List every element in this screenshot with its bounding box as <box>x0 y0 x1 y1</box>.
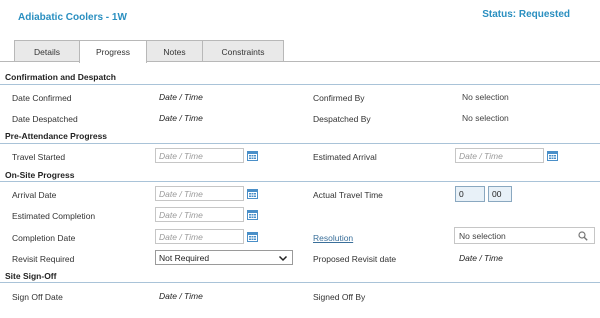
section-divider <box>0 181 600 182</box>
actual-travel-time-label: Actual Travel Time <box>313 190 383 200</box>
estimated-completion-label: Estimated Completion <box>12 211 96 221</box>
estimated-arrival-label: Estimated Arrival <box>313 152 377 162</box>
despatched-by-label: Despatched By <box>313 114 371 124</box>
calendar-icon[interactable] <box>247 231 258 242</box>
travel-hours-input[interactable]: 0 <box>455 186 485 202</box>
section-divider <box>0 143 600 144</box>
estimated-completion-input[interactable]: Date / Time <box>155 207 244 222</box>
section-confirmation-despatch: Confirmation and Despatch <box>5 72 116 82</box>
calendar-icon[interactable] <box>247 188 258 199</box>
resolution-link[interactable]: Resolution <box>313 233 353 243</box>
revisit-required-label: Revisit Required <box>12 254 75 264</box>
signed-off-by-label: Signed Off By <box>313 292 366 302</box>
resolution-value: No selection <box>459 230 506 241</box>
section-on-site: On-Site Progress <box>5 170 75 180</box>
page-title: Adiabatic Coolers - 1W <box>18 12 127 23</box>
section-pre-attendance: Pre-Attendance Progress <box>5 131 108 141</box>
calendar-icon[interactable] <box>247 209 258 220</box>
tab-details[interactable]: Details <box>14 40 80 62</box>
proposed-revisit-label: Proposed Revisit date <box>313 254 397 264</box>
confirmed-by-value: No selection <box>462 92 509 102</box>
section-sign-off: Site Sign-Off <box>5 271 57 281</box>
calendar-icon[interactable] <box>247 150 258 161</box>
travel-started-label: Travel Started <box>12 152 66 162</box>
sign-off-date-value: Date / Time <box>159 291 203 301</box>
tab-notes[interactable]: Notes <box>146 40 203 62</box>
travel-started-input[interactable]: Date / Time <box>155 148 244 163</box>
search-icon[interactable] <box>578 231 588 241</box>
date-confirmed-value: Date / Time <box>159 92 203 102</box>
completion-date-label: Completion Date <box>12 233 76 243</box>
confirmed-by-label: Confirmed By <box>313 93 365 103</box>
status-label: Status: Requested <box>482 9 570 20</box>
section-divider <box>0 282 600 283</box>
date-confirmed-label: Date Confirmed <box>12 93 72 103</box>
despatched-by-value: No selection <box>462 113 509 123</box>
tab-constraints[interactable]: Constraints <box>202 40 284 62</box>
completion-date-input[interactable]: Date / Time <box>155 229 244 244</box>
estimated-arrival-input[interactable]: Date / Time <box>455 148 544 163</box>
tab-bar: Details Progress Notes Constraints <box>14 40 284 63</box>
chevron-down-icon <box>278 255 288 262</box>
date-despatched-value: Date / Time <box>159 113 203 123</box>
sign-off-date-label: Sign Off Date <box>12 292 63 302</box>
revisit-required-value: Not Required <box>159 252 210 263</box>
calendar-icon[interactable] <box>547 150 558 161</box>
date-despatched-label: Date Despatched <box>12 114 78 124</box>
section-divider <box>0 84 600 85</box>
tab-progress[interactable]: Progress <box>79 40 147 63</box>
arrival-date-input[interactable]: Date / Time <box>155 186 244 201</box>
proposed-revisit-value: Date / Time <box>459 253 503 263</box>
arrival-date-label: Arrival Date <box>12 190 57 200</box>
revisit-required-select[interactable]: Not Required <box>155 250 293 265</box>
resolution-lookup[interactable]: No selection <box>454 227 595 244</box>
travel-minutes-input[interactable]: 00 <box>488 186 512 202</box>
